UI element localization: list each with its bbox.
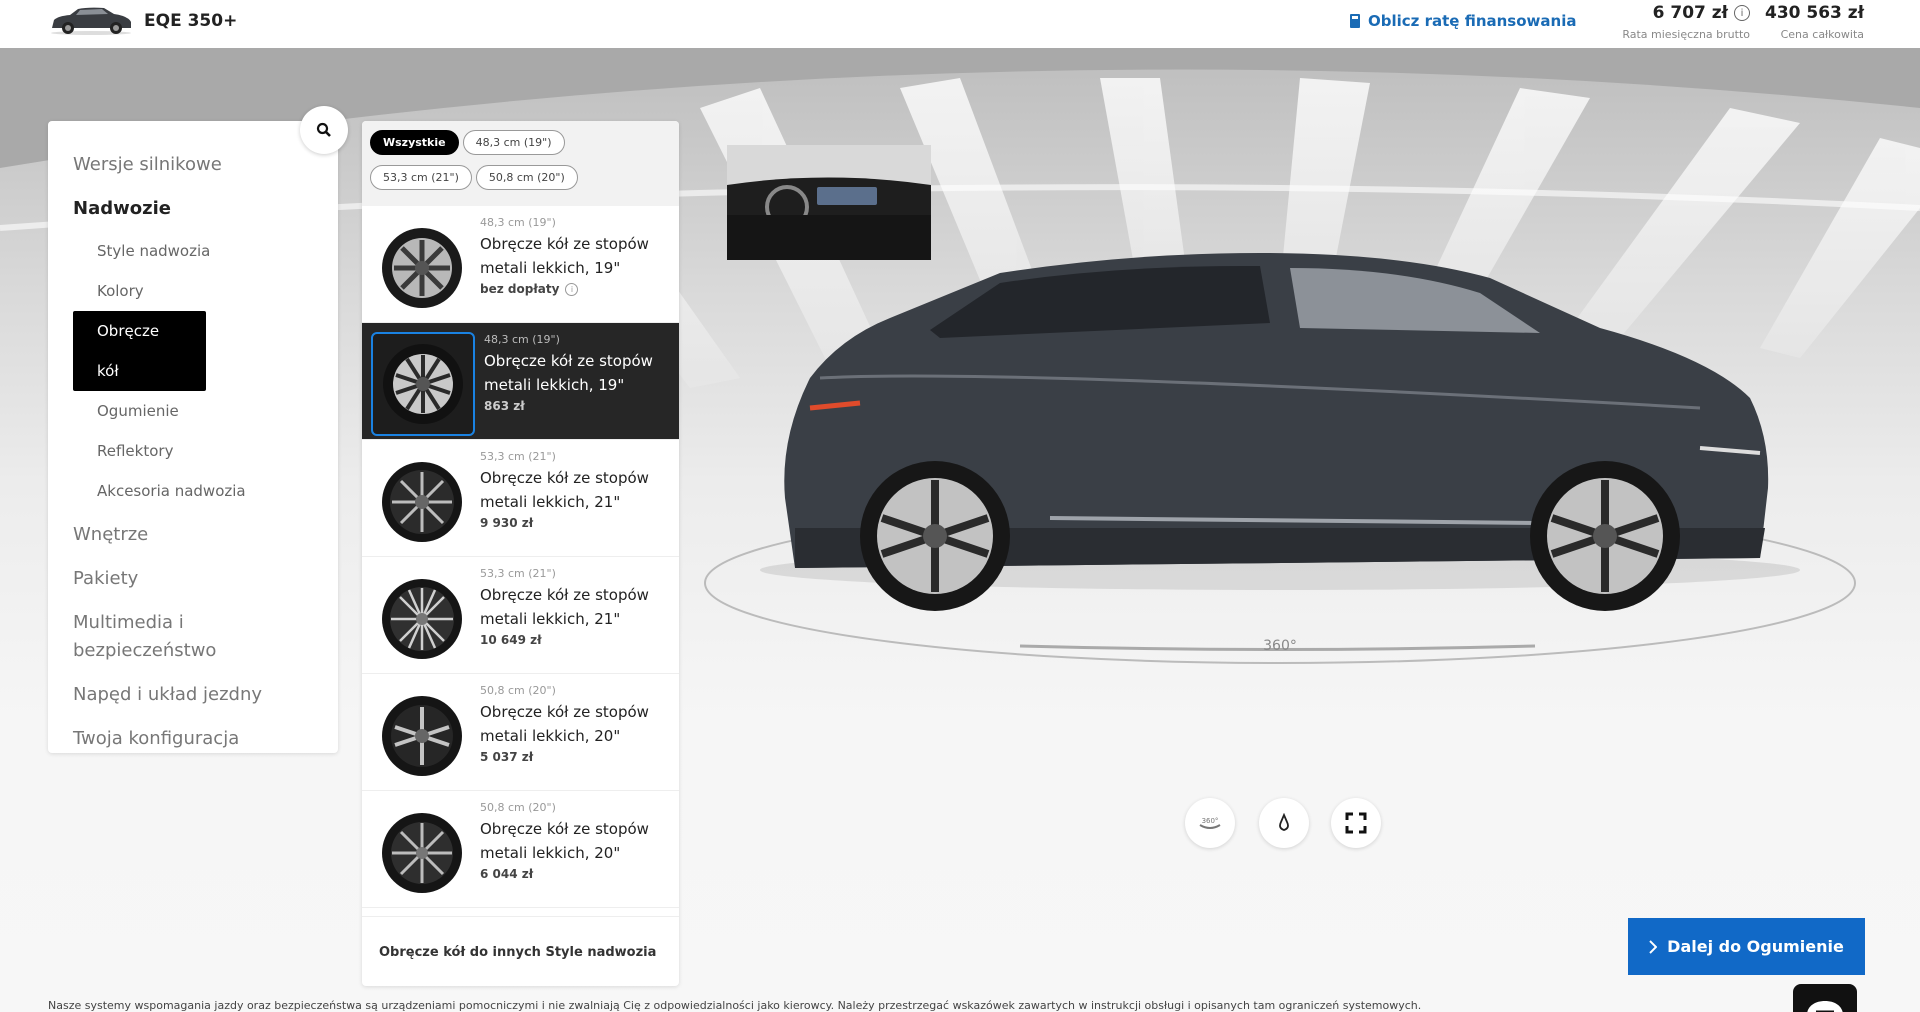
filter-chip-all[interactable]: Wszystkie (370, 130, 459, 155)
wheel-size: 50,8 cm (20") (480, 684, 556, 697)
model-name: EQE 350+ (144, 11, 238, 31)
car-thumbnail-icon[interactable] (48, 6, 134, 36)
nav-sub-body-styles[interactable]: Style nadwozia (73, 231, 338, 271)
wheel-price: 6 044 zł (480, 867, 534, 881)
total-price-label: Cena całkowita (1780, 28, 1864, 41)
wheel-price: 5 037 zł (480, 750, 534, 764)
wheel-image (370, 684, 474, 788)
light-toggle-button[interactable] (1259, 798, 1309, 848)
wheel-option[interactable]: 50,8 cm (20") Obręcze kół ze stopów meta… (362, 674, 679, 791)
wheel-size: 48,3 cm (19") (484, 333, 560, 346)
svg-text:360°: 360° (1202, 817, 1219, 825)
chat-button[interactable] (1793, 984, 1857, 1012)
monthly-price: 6 707 zł (1652, 3, 1728, 23)
monthly-price-label: Rata miesięczna brutto (1622, 28, 1750, 41)
nav-item-packages[interactable]: Pakiety (48, 565, 338, 593)
search-icon (316, 122, 331, 137)
rotate-360-button[interactable]: 360° (1185, 798, 1235, 848)
wheel-options-panel: Wszystkie 48,3 cm (19") 53,3 cm (21") 50,8… (362, 121, 679, 986)
finance-calculator-link[interactable]: Oblicz ratę finansowania (1350, 12, 1576, 30)
wheel-option[interactable]: 48,3 cm (19") Obręcze kół ze stopów meta… (362, 206, 679, 323)
wheel-image (370, 216, 474, 320)
nav-item-interior[interactable]: Wnętrze (48, 521, 338, 549)
finance-link-label: Oblicz ratę finansowania (1368, 12, 1577, 30)
nav-item-drivetrain[interactable]: Napęd i układ jezdny (48, 681, 338, 709)
nav-sub-wheels[interactable]: Obręcze kół (73, 311, 206, 391)
nav-sub-tyres[interactable]: Ogumienie (73, 391, 338, 431)
fullscreen-button[interactable] (1331, 798, 1381, 848)
filter-chip-20[interactable]: 50,8 cm (20") (475, 165, 578, 190)
wheel-size: 53,3 cm (21") (480, 567, 556, 580)
wheel-size: 53,3 cm (21") (480, 450, 556, 463)
wheel-price: 863 zł (484, 399, 525, 413)
size-filters: Wszystkie 48,3 cm (19") 53,3 cm (21") 50,8… (362, 121, 679, 206)
wheel-image (370, 801, 474, 905)
info-icon[interactable]: i (565, 282, 579, 296)
configurator-stage: Wersje silnikowe Nadwozie Style nadwozia… (0, 48, 1920, 1012)
config-sidebar: Wersje silnikowe Nadwozie Style nadwozia… (48, 121, 338, 753)
wheel-price: 9 930 zł (480, 516, 534, 530)
calculator-icon (1350, 14, 1360, 28)
wheel-size: 48,3 cm (19") (480, 216, 556, 229)
wheel-image (370, 567, 474, 671)
nav-item-body[interactable]: Nadwozie (48, 195, 338, 223)
disclaimer-text: Nasze systemy wspomagania jazdy oraz bez… (48, 999, 1422, 1012)
wheel-name: Obręcze kół ze stopów metali lekkich, 20… (480, 703, 649, 745)
other-body-styles-link[interactable]: Obręcze kół do innych Style nadwozia (362, 916, 679, 986)
total-price-block: 430 563 zł Cena całkowita (1765, 3, 1864, 41)
wheel-size: 50,8 cm (20") (480, 801, 556, 814)
interior-view-thumbnail[interactable] (727, 145, 931, 260)
search-button[interactable] (300, 106, 348, 154)
light-icon (1279, 813, 1289, 831)
wheel-option[interactable]: 53,3 cm (21") Obręcze kół ze stopów meta… (362, 440, 679, 557)
filter-chip-19[interactable]: 48,3 cm (19") (462, 130, 565, 155)
nav-sub-headlights[interactable]: Reflektory (73, 431, 338, 471)
wheel-image (371, 332, 475, 436)
filter-chip-21[interactable]: 53,3 cm (21") (370, 165, 472, 190)
wheel-name: Obręcze kół ze stopów metali lekkich, 21… (480, 469, 649, 511)
info-icon[interactable]: i (1734, 5, 1750, 21)
wheel-name: Obręcze kół ze stopów metali lekkich, 21… (480, 586, 649, 628)
wheel-price: bez dopłaty (480, 282, 560, 296)
total-price: 430 563 zł (1764, 3, 1864, 23)
fullscreen-icon (1345, 812, 1367, 834)
wheel-name: Obręcze kół ze stopów metali lekkich, 19… (484, 352, 653, 394)
wheel-price-row: bez dopłaty i (480, 282, 579, 296)
top-header: EQE 350+ Oblicz ratę finansowania 6 707 … (0, 0, 1920, 48)
wheel-name: Obręcze kół ze stopów metali lekkich, 20… (480, 820, 649, 862)
nav-sub-body-accessories[interactable]: Akcesoria nadwozia (73, 471, 338, 511)
chat-icon (1807, 1001, 1843, 1012)
nav-item-your-config[interactable]: Twoja konfiguracja (48, 725, 338, 753)
monthly-price-block: 6 707 zł i Rata miesięczna brutto (1622, 3, 1750, 41)
rotate-360-label: 360° (1263, 638, 1297, 654)
next-step-button[interactable]: Dalej do Ogumienie (1628, 918, 1865, 975)
wheel-name: Obręcze kół ze stopów metali lekkich, 19… (480, 235, 649, 277)
nav-subitems: Style nadwozia Kolory Obręcze kół Ogumie… (48, 231, 338, 511)
nav-item-engine-versions[interactable]: Wersje silnikowe (48, 151, 338, 179)
next-step-label: Dalej do Ogumienie (1667, 937, 1844, 956)
nav-sub-colors[interactable]: Kolory (73, 271, 338, 311)
rotate-360-icon: 360° (1199, 817, 1221, 829)
nav-item-multimedia[interactable]: Multimedia i bezpieczeństwo (48, 609, 338, 665)
chevron-right-icon (1649, 939, 1658, 954)
wheel-price: 10 649 zł (480, 633, 542, 647)
wheel-option[interactable]: 53,3 cm (21") Obręcze kół ze stopów meta… (362, 557, 679, 674)
wheel-option-selected[interactable]: 48,3 cm (19") Obręcze kół ze stopów meta… (362, 323, 679, 440)
wheel-option[interactable]: 50,8 cm (20") Obręcze kół ze stopów meta… (362, 791, 679, 908)
wheel-image (370, 450, 474, 554)
car-preview[interactable]: 360° (700, 198, 1880, 698)
